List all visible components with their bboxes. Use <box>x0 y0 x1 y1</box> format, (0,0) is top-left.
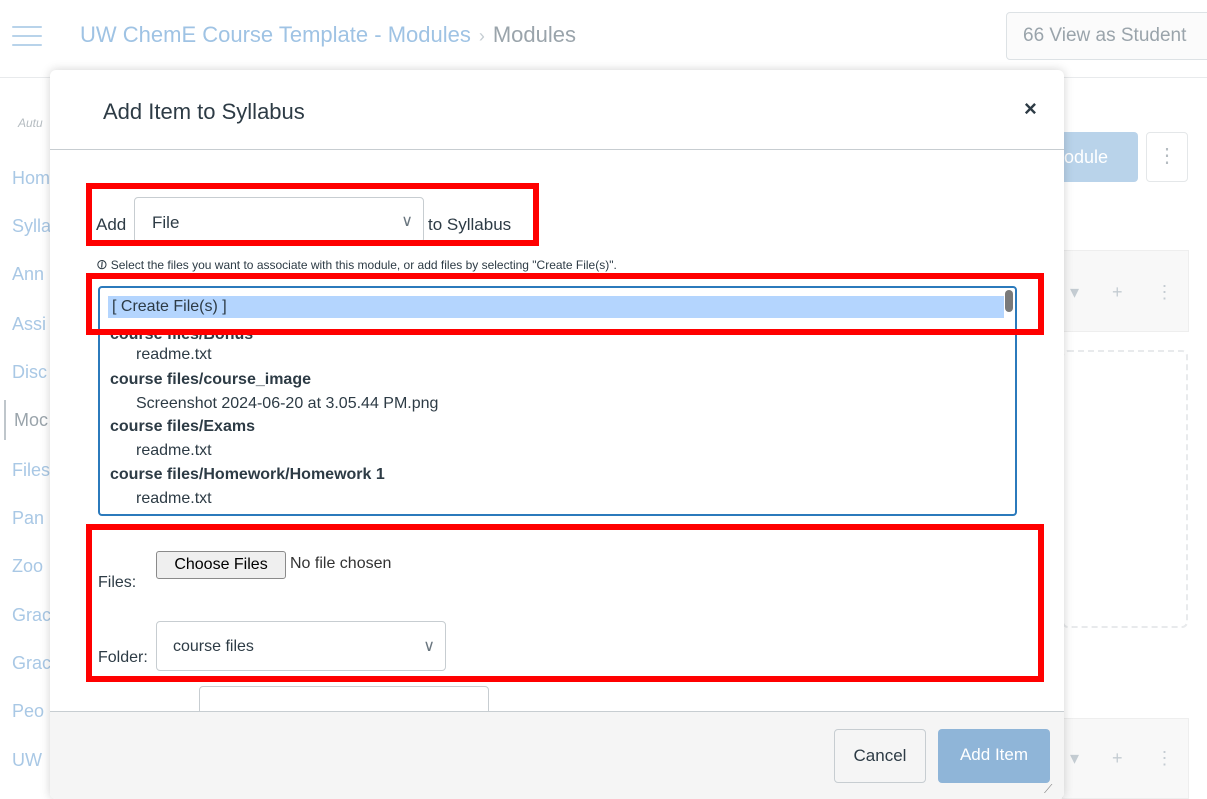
top-bar: UW ChemE Course Template - Modules › Modul… <box>0 0 1207 78</box>
sidebar-item-home[interactable]: Hom <box>12 168 50 189</box>
close-icon[interactable]: × <box>1024 96 1037 122</box>
sidebar-item-gradescope[interactable]: Grac <box>12 653 51 674</box>
resize-grip-icon[interactable]: ⟋ <box>1044 782 1052 797</box>
view-as-student-label: View as Student <box>1049 25 1187 46</box>
add-label: Add <box>96 215 127 234</box>
listbox-scrollbar[interactable] <box>1005 290 1013 312</box>
sidebar-item-people[interactable]: Peo <box>12 701 44 722</box>
list-item-folder[interactable]: course files/Homework/Homework 1 <box>110 466 385 484</box>
more-options-icon[interactable]: ⋮ <box>1146 132 1188 182</box>
glasses-icon: 66 <box>1023 25 1045 46</box>
partial-input-field[interactable] <box>199 686 489 711</box>
list-item-folder[interactable]: course files/Exams <box>110 418 255 436</box>
breadcrumb-current: Modules <box>492 22 576 47</box>
to-syllabus-label: to Syllabus <box>428 215 512 234</box>
list-item-create-files[interactable]: [ Create File(s) ] <box>108 296 1004 318</box>
cancel-button[interactable]: Cancel <box>834 729 926 783</box>
hint-text: Select the files you want to associate w… <box>110 258 617 272</box>
chevron-down-icon: ∨ <box>423 638 435 655</box>
dialog-body: Add File ∨ to Syllabus ⊘Select the files… <box>50 151 1064 711</box>
list-item-file[interactable]: readme.txt <box>136 442 212 460</box>
folder-select-value: course files <box>173 638 254 655</box>
list-item-file[interactable]: Screenshot 2024-06-20 at 3.05.44 PM.png <box>136 395 438 413</box>
list-item-folder[interactable]: course files/Bonus <box>110 334 253 344</box>
dialog-footer: Cancel Add Item ⟋ <box>50 711 1064 799</box>
sidebar-item-files[interactable]: Files <box>12 460 50 481</box>
folder-select[interactable]: course files ∨ <box>156 621 446 671</box>
module-row-controls[interactable]: ▾ + ⋮ <box>1070 282 1188 303</box>
sidebar-item-grades[interactable]: Grac <box>12 605 51 626</box>
term-label: Autu <box>18 116 43 130</box>
list-item-file[interactable]: readme.txt <box>136 490 212 508</box>
sidebar-item-announcements[interactable]: Ann <box>12 264 44 285</box>
files-label: Files: <box>98 574 137 591</box>
sidebar-item-uw[interactable]: UW <box>12 750 42 771</box>
sidebar-item-modules[interactable]: Moc <box>4 400 48 440</box>
dialog-header: Add Item to Syllabus × <box>50 70 1064 150</box>
add-item-dialog: Add Item to Syllabus × Add File ∨ to Syl… <box>50 70 1064 799</box>
item-type-value: File <box>152 213 180 232</box>
file-listbox[interactable]: [ Create File(s) ] course files/Bonus re… <box>98 286 1017 516</box>
sidebar-item-syllabus[interactable]: Sylla <box>12 216 51 237</box>
file-selection-hint: ⊘Select the files you want to associate … <box>92 254 617 274</box>
breadcrumb-course-link[interactable]: UW ChemE Course Template - Modules <box>80 22 471 47</box>
paperclip-icon: ⊘ <box>91 254 112 275</box>
choose-files-button[interactable]: Choose Files <box>156 551 286 579</box>
no-file-chosen-text: No file chosen <box>290 555 392 572</box>
sidebar-item-assignments[interactable]: Assi <box>12 314 46 335</box>
item-type-select[interactable]: File ∨ <box>134 197 424 243</box>
module-drop-area <box>1062 350 1188 628</box>
list-item-file[interactable]: readme.txt <box>136 346 212 364</box>
module-row-controls[interactable]: ▾ + ⋮ <box>1070 748 1188 769</box>
list-item-folder[interactable]: course files/course_image <box>110 371 311 389</box>
hamburger-menu-icon[interactable] <box>12 26 42 48</box>
add-item-button[interactable]: Add Item <box>938 729 1050 783</box>
view-as-student-button[interactable]: 66 View as Student <box>1006 12 1207 60</box>
sidebar-item-panopto[interactable]: Pan <box>12 508 44 529</box>
folder-label: Folder: <box>98 649 148 666</box>
sidebar-item-zoom[interactable]: Zoo <box>12 556 43 577</box>
sidebar-item-discussions[interactable]: Disc <box>12 362 47 383</box>
chevron-down-icon: ∨ <box>401 213 413 230</box>
dialog-title: Add Item to Syllabus <box>103 99 305 124</box>
breadcrumb-separator: › <box>478 26 485 46</box>
breadcrumb: UW ChemE Course Template - Modules › Modul… <box>80 22 576 48</box>
